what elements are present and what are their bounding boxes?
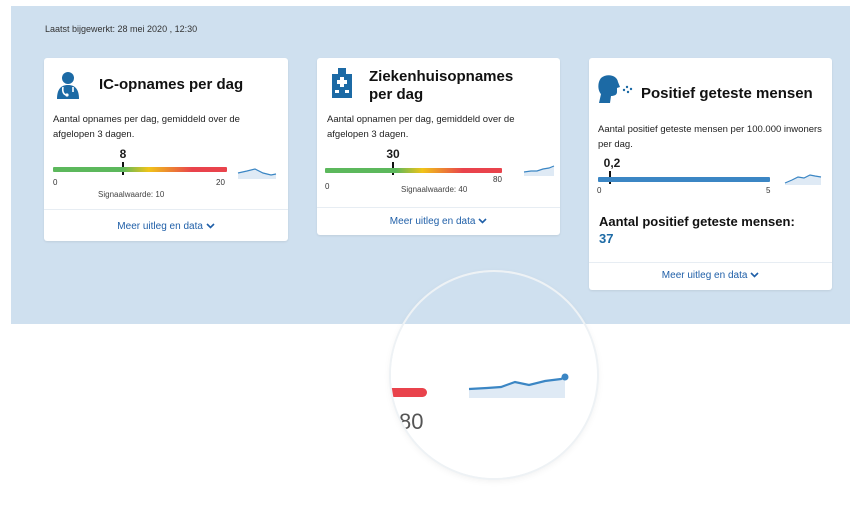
coughing-person-icon: [597, 74, 633, 109]
hospital-icon: [331, 68, 353, 103]
card-title: IC-opnames per dag: [99, 76, 244, 93]
hospital-card: Ziekenhuisopnames per dag Aantal opnamen…: [317, 58, 560, 235]
more-info-button[interactable]: Meer uitleg en data: [317, 216, 560, 227]
gauge-value: 30: [386, 147, 400, 161]
chevron-down-icon: [750, 270, 759, 281]
signal-value: Signaalwaarde: 10: [98, 190, 165, 199]
scale-min: 0: [597, 186, 602, 195]
chevron-down-icon: [206, 221, 215, 232]
last-updated: Laatst bijgewerkt: 28 mei 2020 , 12:30: [45, 24, 198, 34]
magnifier-panel-bg: [391, 272, 597, 324]
card-description: Aantal positief geteste mensen per 100.0…: [598, 124, 822, 150]
divider: [44, 209, 288, 210]
scale-max: 5: [766, 186, 771, 195]
signal-value: Signaalwaarde: 40: [401, 185, 468, 194]
more-info-label: Meer uitleg en data: [389, 216, 476, 227]
sparkline-icon: [237, 163, 277, 184]
more-info-button[interactable]: Meer uitleg en data: [44, 221, 288, 232]
gauge-bar: [325, 168, 502, 173]
ic-card: IC-opnames per dag Aantal opnames per da…: [44, 58, 288, 241]
gauge-bar: [598, 177, 770, 182]
sparkline-icon: [523, 162, 555, 181]
card-description: Aantal opnames per dag, gemiddeld over d…: [53, 114, 240, 140]
sparkline-icon: [784, 171, 822, 190]
doctor-icon: [54, 70, 82, 105]
divider: [589, 262, 832, 263]
divider: [317, 207, 560, 208]
card-description: Aantal opnamen per dag, gemiddeld over d…: [327, 114, 515, 140]
scale-min: 0: [53, 178, 58, 187]
scale-max: 80: [493, 175, 502, 184]
more-info-label: Meer uitleg en data: [661, 270, 748, 281]
magnifier-zoom: 80: [391, 272, 597, 478]
scale-max: 20: [216, 178, 225, 187]
positive-tested-card: Positief geteste mensen Aantal positief …: [589, 58, 832, 290]
card-title: Ziekenhuisopnames per dag: [369, 68, 514, 103]
zoomed-sparkline-icon: [467, 372, 571, 403]
gauge-value: 8: [119, 147, 127, 161]
zoomed-scale-max: 80: [399, 409, 424, 434]
zoomed-gauge-bar: [391, 388, 427, 397]
scale-min: 0: [325, 182, 330, 191]
more-info-label: Meer uitleg en data: [117, 221, 203, 232]
card-title: Positief geteste mensen: [641, 85, 813, 102]
positive-count-value: 37: [599, 231, 614, 246]
gauge-bar: [53, 167, 227, 172]
positive-count-label: Aantal positief geteste mensen:: [599, 214, 795, 229]
gauge-value: 0,2: [603, 156, 621, 170]
chevron-down-icon: [478, 216, 487, 227]
positive-count: Aantal positief geteste mensen: 37: [599, 213, 799, 247]
more-info-button[interactable]: Meer uitleg en data: [589, 270, 832, 281]
